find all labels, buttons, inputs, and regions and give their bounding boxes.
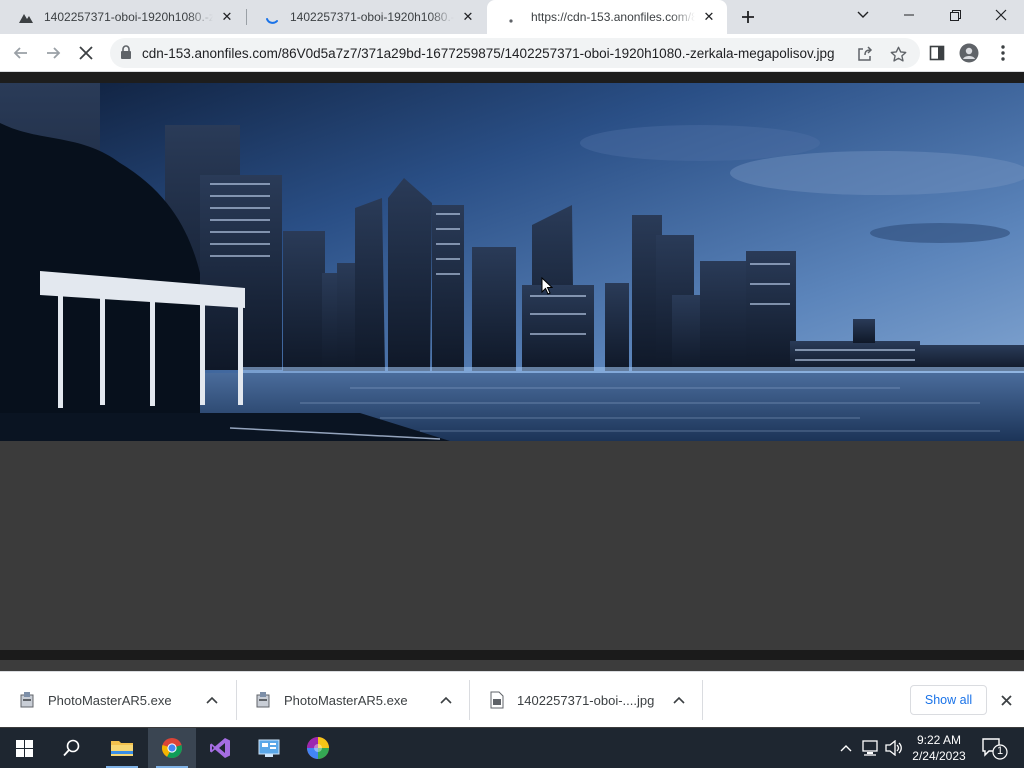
system-clock[interactable]: 9:22 AM 2/24/2023 bbox=[905, 732, 973, 764]
minimize-icon bbox=[904, 14, 914, 16]
network-icon[interactable] bbox=[860, 738, 880, 758]
new-tab-button[interactable] bbox=[737, 6, 759, 28]
minimize-button[interactable] bbox=[886, 0, 932, 30]
color-app-button[interactable] bbox=[294, 728, 342, 768]
visual-studio-button[interactable] bbox=[196, 728, 244, 768]
clock-time: 9:22 AM bbox=[916, 733, 962, 747]
arrow-right-icon bbox=[47, 47, 61, 59]
lock-icon[interactable] bbox=[120, 45, 132, 63]
control-panel-button[interactable] bbox=[245, 728, 293, 768]
loading-dot-icon bbox=[505, 9, 521, 25]
search-button[interactable] bbox=[48, 728, 96, 768]
file-explorer-icon bbox=[111, 741, 133, 756]
tab-1-close-icon[interactable]: ✕ bbox=[219, 9, 235, 25]
tab-2[interactable]: 1402257371-oboi-1920h1080.-zerkala-megap… bbox=[246, 0, 486, 34]
image-favicon-icon bbox=[18, 9, 34, 25]
download-item-1[interactable]: PhotoMasterAR5.exe bbox=[0, 672, 236, 728]
close-shelf-button[interactable] bbox=[996, 690, 1016, 710]
city-skyline-image[interactable] bbox=[0, 83, 1024, 441]
close-window-button[interactable] bbox=[978, 0, 1024, 30]
notification-icon bbox=[982, 738, 1008, 760]
installer-icon bbox=[18, 690, 38, 710]
stop-loading-button[interactable] bbox=[72, 39, 100, 67]
color-wheel-icon bbox=[307, 737, 329, 759]
download-shelf: PhotoMasterAR5.exe PhotoMasterAR5.exe 14… bbox=[0, 671, 1024, 727]
plus-icon bbox=[742, 11, 754, 23]
show-all-downloads-button[interactable]: Show all bbox=[910, 685, 987, 715]
download-item-3-name: 1402257371-oboi-....jpg bbox=[517, 692, 655, 708]
chevron-up-icon[interactable] bbox=[673, 694, 685, 706]
restore-icon bbox=[949, 9, 961, 21]
share-icon[interactable] bbox=[856, 45, 874, 63]
tab-1[interactable]: 1402257371-oboi-1920h1080.-zerkala-megap… bbox=[0, 0, 245, 34]
side-panel-icon[interactable] bbox=[927, 43, 947, 63]
notification-count: 1 bbox=[996, 745, 1004, 757]
control-panel-icon bbox=[258, 739, 280, 757]
tab-3-active[interactable]: https://cdn-153.anonfiles.com/86V0d5a7z7… bbox=[487, 0, 727, 34]
tab-2-close-icon[interactable]: ✕ bbox=[460, 9, 476, 25]
file-explorer-button[interactable] bbox=[98, 728, 146, 768]
chevron-up-icon[interactable] bbox=[206, 694, 218, 706]
start-icon bbox=[15, 739, 33, 757]
url-text[interactable]: cdn-153.anonfiles.com/86V0d5a7z7/371a29b… bbox=[142, 46, 862, 61]
clock-date: 2/24/2023 bbox=[912, 749, 966, 763]
page-viewport bbox=[0, 72, 1024, 660]
tab-3-title: https://cdn-153.anonfiles.com/86V0d5a7z7 bbox=[531, 10, 695, 24]
chrome-button[interactable] bbox=[148, 728, 196, 768]
visual-studio-icon bbox=[210, 738, 230, 758]
download-item-2-name: PhotoMasterAR5.exe bbox=[284, 692, 408, 708]
menu-kebab-icon[interactable] bbox=[993, 43, 1013, 63]
browser-toolbar: cdn-153.anonfiles.com/86V0d5a7z7/371a29b… bbox=[0, 34, 1024, 72]
image-file-icon bbox=[487, 690, 507, 710]
restore-button[interactable] bbox=[932, 0, 978, 30]
chrome-icon bbox=[162, 738, 182, 759]
chevron-up-icon[interactable] bbox=[440, 694, 452, 706]
back-button[interactable] bbox=[7, 39, 35, 67]
profile-avatar-icon[interactable] bbox=[959, 43, 979, 63]
chevron-down-icon bbox=[857, 11, 869, 18]
forward-button[interactable] bbox=[39, 39, 67, 67]
tab-search-button[interactable] bbox=[840, 0, 886, 30]
windows-taskbar: 9:22 AM 2/24/2023 1 bbox=[0, 728, 1024, 768]
chevron-up-icon[interactable] bbox=[836, 738, 856, 758]
start-button[interactable] bbox=[0, 728, 48, 768]
download-item-1-name: PhotoMasterAR5.exe bbox=[48, 692, 172, 708]
tab-3-close-icon[interactable]: ✕ bbox=[701, 9, 717, 25]
close-icon bbox=[1000, 694, 1012, 706]
tab-2-title: 1402257371-oboi-1920h1080.-zerkala-megap… bbox=[290, 10, 454, 24]
address-bar[interactable]: cdn-153.anonfiles.com/86V0d5a7z7/371a29b… bbox=[110, 38, 920, 68]
installer-icon bbox=[254, 690, 274, 710]
arrow-left-icon bbox=[13, 47, 27, 59]
volume-icon[interactable] bbox=[884, 738, 904, 758]
action-center-button[interactable]: 1 bbox=[980, 736, 1010, 760]
mouse-cursor-icon bbox=[541, 277, 553, 295]
search-icon bbox=[63, 739, 80, 757]
stop-icon bbox=[79, 46, 93, 60]
download-item-2[interactable]: PhotoMasterAR5.exe bbox=[236, 672, 469, 728]
tab-1-title: 1402257371-oboi-1920h1080.-zerkala-megap… bbox=[44, 10, 213, 24]
close-icon bbox=[995, 9, 1007, 21]
loading-spinner-icon bbox=[264, 9, 280, 25]
download-item-3[interactable]: 1402257371-oboi-....jpg bbox=[469, 672, 702, 728]
tab-strip: 1402257371-oboi-1920h1080.-zerkala-megap… bbox=[0, 0, 1024, 34]
bookmark-star-icon[interactable] bbox=[889, 45, 907, 63]
